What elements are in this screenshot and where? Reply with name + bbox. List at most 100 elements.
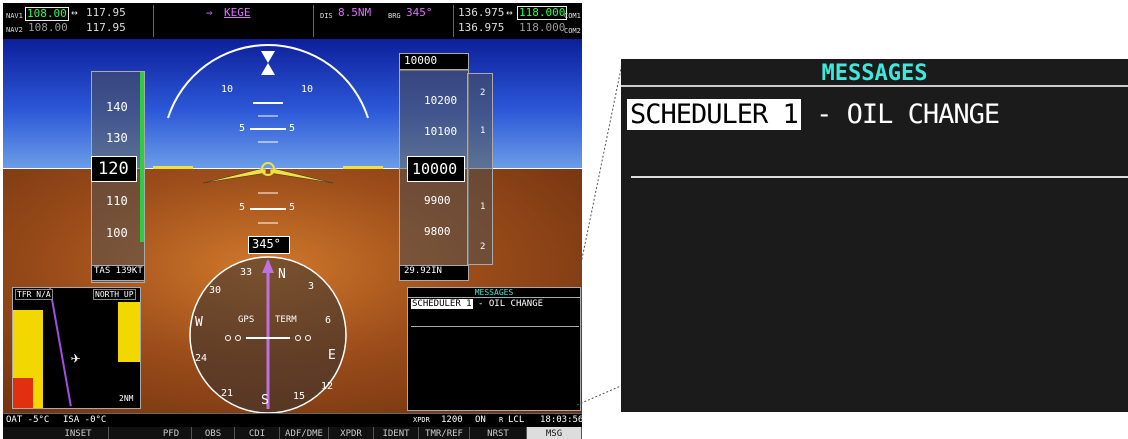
selected-altitude: 10000 [404, 54, 438, 67]
vs-tick: 2 [480, 242, 486, 252]
altitude-readout-box: 10000 [407, 156, 465, 182]
pitch-label: 5 [289, 202, 296, 213]
level-bar-left [153, 166, 193, 169]
attitude-indicator [167, 44, 369, 224]
nav1-active-freq[interactable]: 108.00 [25, 7, 69, 21]
compass-label: 30 [209, 285, 222, 296]
softkey-cdi[interactable]: CDI [235, 427, 280, 439]
term-label: TERM [275, 315, 297, 325]
message-source: SCHEDULER 1 [411, 299, 473, 309]
compass-label: N [278, 267, 286, 282]
baro-setting: 29.92IN [404, 266, 442, 276]
softkey-tmr-ref[interactable]: TMR/REF [419, 427, 470, 439]
messages-window-enlarged: MESSAGES SCHEDULER 1 - OIL CHANGE [621, 59, 1128, 412]
vs-tick: 1 [480, 202, 486, 212]
message-row[interactable]: SCHEDULER 1 - OIL CHANGE [411, 299, 543, 309]
com1-standby-freq[interactable]: 118.000 [517, 6, 568, 20]
pitch-label: 5 [239, 202, 246, 213]
xpdr-label: XPDR [413, 416, 430, 424]
map-range: 2NM [119, 394, 134, 403]
aircraft-symbol-icon [202, 162, 334, 184]
compass-label: S [261, 393, 269, 408]
message-text-enlarged: - OIL CHANGE [800, 99, 1000, 130]
pitch-label: 10 [301, 84, 314, 95]
softkey-obs[interactable]: OBS [192, 427, 235, 439]
title-divider [621, 85, 1128, 87]
airspeed-tick: 110 [106, 194, 128, 208]
vertical-speed-tape: 2 1 1 2 [467, 73, 493, 265]
nav2-label: NAV2 [6, 26, 23, 34]
com1-active-freq[interactable]: 136.975 [458, 7, 504, 19]
compass-label: 33 [240, 267, 253, 278]
message-text: - OIL CHANGE [472, 299, 544, 309]
nav1-standby-freq[interactable]: 117.95 [86, 7, 126, 19]
nav-com-bar: NAV1 108.00 ↔ 117.95 NAV2 108.00 117.95 … [3, 3, 582, 40]
dis-value: 8.5NM [338, 6, 372, 19]
compass-label: 21 [221, 388, 234, 399]
softkey-adf-dme[interactable]: ADF/DME [280, 427, 329, 439]
level-bar-right [343, 166, 383, 169]
softkey-pfd[interactable]: PFD [151, 427, 192, 439]
vs-tick: 2 [480, 88, 486, 98]
altitude-tick: 10100 [424, 125, 458, 138]
squawk-code: 1200 [441, 415, 463, 425]
pitch-label: 5 [289, 123, 296, 134]
callout-lines [576, 58, 624, 406]
messages-title-enlarged: MESSAGES [821, 61, 928, 86]
airspeed-tick: 100 [106, 226, 128, 240]
dis-label: DIS [320, 12, 333, 20]
com2-standby-freq[interactable]: 118.000 [519, 22, 565, 34]
com1-swap-icon[interactable]: ↔ [506, 7, 513, 19]
pitch-label: 10 [221, 84, 234, 95]
compass-label: 12 [321, 381, 334, 392]
airspeed-tick: 140 [106, 100, 128, 114]
brg-value: 345° [406, 6, 433, 19]
message-divider [631, 176, 1128, 178]
nav2-standby-freq[interactable]: 117.95 [86, 22, 126, 34]
gps-source-label: GPS [238, 315, 255, 325]
altitude-current: 10000 [412, 160, 458, 178]
reply-indicator: R [499, 416, 504, 424]
tfr-status: TFR N/A [15, 289, 53, 300]
nav-data-field: DIS 8.5NM BRG 345° [313, 5, 454, 37]
altitude-tick: 10200 [424, 94, 458, 107]
active-waypoint: KEGE [224, 6, 251, 19]
softkey-msg[interactable]: MSG [527, 427, 582, 439]
compass-label: 15 [293, 391, 306, 402]
nav2-active-freq[interactable]: 108.00 [28, 22, 68, 34]
inset-map[interactable]: ✈ TFR N/A NORTH UP 2NM [12, 287, 141, 409]
pfd-display: NAV1 108.00 ↔ 117.95 NAV2 108.00 117.95 … [3, 3, 582, 439]
com1-label: COM1 [564, 12, 581, 20]
pitch-label: 5 [239, 123, 246, 134]
lcl-label: LCL [508, 415, 525, 425]
isa-value: ISA -0°C [63, 415, 107, 425]
softkey-nrst[interactable]: NRST [470, 427, 527, 439]
softkey-inset[interactable]: INSET [48, 427, 109, 439]
airspeed-readout-box: 120 [91, 156, 137, 182]
brg-label: BRG [388, 12, 401, 20]
airspeed-tick: 130 [106, 131, 128, 145]
status-bar: OAT -5°C ISA -0°C XPDR 1200 ON R LCL 18:… [3, 413, 582, 428]
softkey-xpdr[interactable]: XPDR [329, 427, 374, 439]
compass-label: 6 [325, 315, 332, 326]
clock-time: 18:03:56 [540, 415, 582, 425]
compass-label: 3 [308, 281, 315, 292]
airspeed-green-arc [140, 72, 144, 242]
com2-active-freq[interactable]: 136.975 [458, 22, 504, 34]
altitude-tick: 9800 [424, 225, 451, 238]
message-row-enlarged[interactable]: SCHEDULER 1 - OIL CHANGE [627, 99, 1000, 130]
compass-label: 24 [195, 353, 208, 364]
altitude-tick: 9900 [424, 194, 451, 207]
heading-box: 345° [248, 236, 290, 254]
nav-status-field: ⇒ KEGE [153, 5, 314, 37]
waypoint-arrow-icon: ⇒ [206, 6, 213, 19]
messages-window: MESSAGES SCHEDULER 1 - OIL CHANGE [407, 287, 581, 411]
baro-box[interactable]: 29.92IN [399, 265, 469, 281]
vs-tick: 1 [480, 126, 486, 136]
nav1-swap-icon[interactable]: ↔ [71, 7, 78, 19]
airspeed-current: 120 [98, 159, 129, 179]
oat-value: OAT -5°C [6, 415, 50, 425]
softkey-ident[interactable]: IDENT [374, 427, 419, 439]
com-field: 136.975 ↔ 118.000 COM1 136.975 118.000 C… [453, 5, 582, 37]
map-orientation: NORTH UP [93, 289, 136, 300]
